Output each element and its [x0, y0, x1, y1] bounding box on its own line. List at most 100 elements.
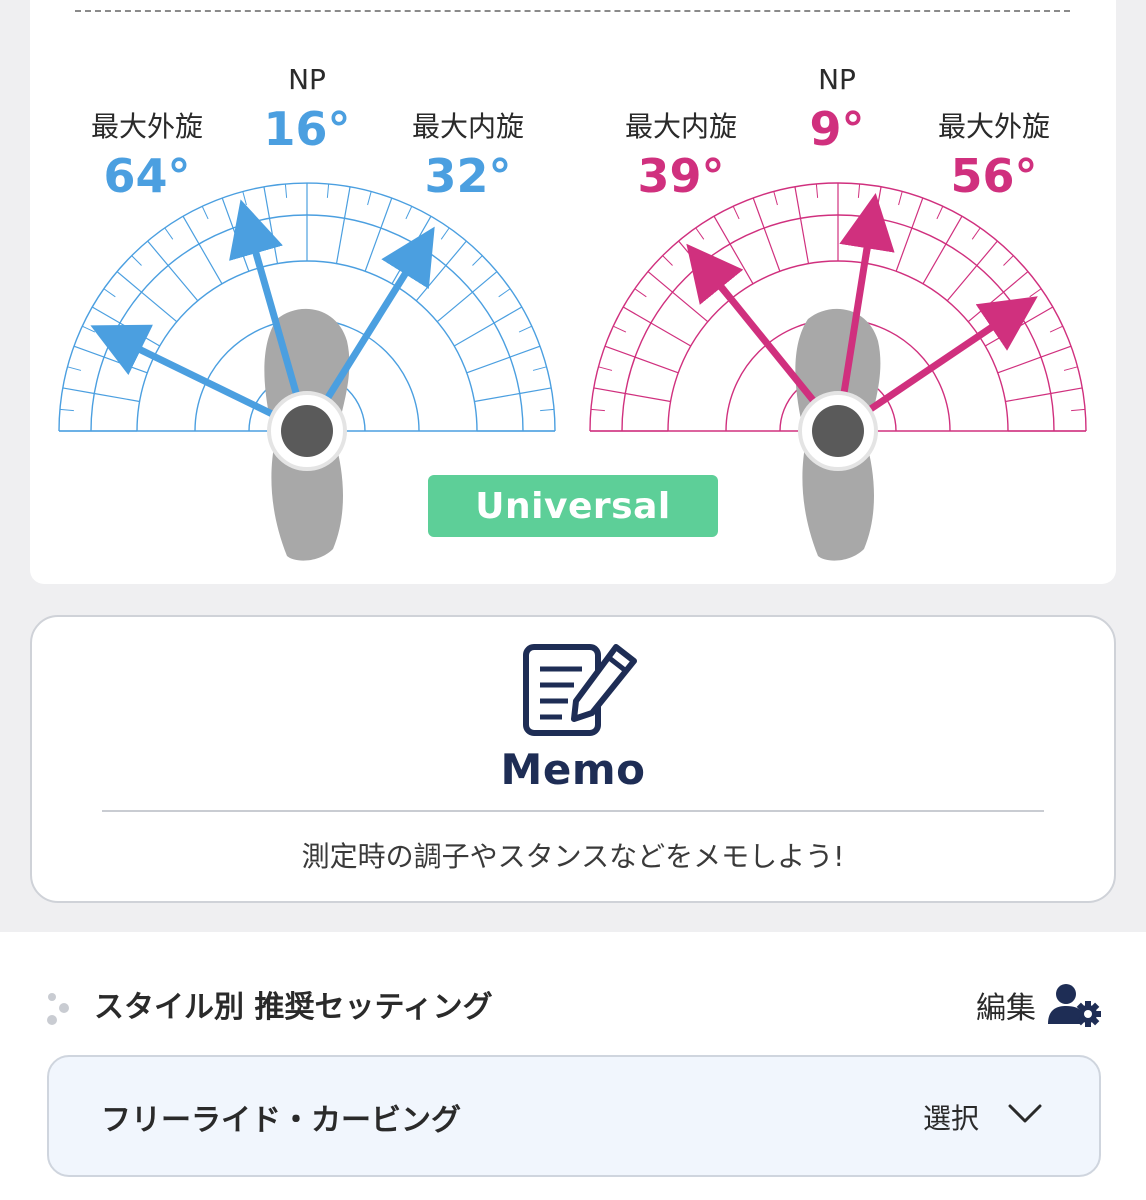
right-np-label: NP [818, 63, 856, 96]
right-gauge-radial [634, 356, 679, 374]
left-gauge-radial [335, 218, 346, 264]
left-gauge-tick [472, 271, 498, 293]
left-gauge-tick [445, 240, 467, 266]
right-gauge-minor-tick [1071, 408, 1086, 412]
left-external-value: 64° [103, 149, 190, 203]
right-gauge-tick [1040, 345, 1072, 358]
left-gauge-tick [343, 186, 351, 219]
right-gauge-minor-tick [613, 325, 627, 333]
left-gauge-minor-tick [440, 227, 450, 240]
right-gauge-tick [713, 215, 731, 245]
left-internal-value: 32° [424, 149, 511, 203]
left-gauge-minor-tick [67, 366, 82, 371]
right-gauge-radial [922, 243, 947, 285]
right-gauge-tick [604, 345, 636, 358]
right-gauge-radial [895, 227, 913, 272]
left-gauge-minor-tick [201, 206, 209, 220]
right-internal-value: 39° [637, 149, 724, 203]
left-external-label: 最大外旋 [91, 110, 203, 143]
right-gauge-tick [647, 271, 673, 293]
left-internal-label: 最大内旋 [412, 110, 524, 143]
left-gauge-radial [364, 227, 382, 272]
memo-hint: 測定時の調子やスタンスなどをメモしよう! [301, 840, 845, 873]
right-gauge-radial [967, 291, 1004, 323]
left-gauge-tick [263, 186, 271, 219]
right-gauge-radial [799, 218, 810, 264]
right-gauge-minor-tick [590, 408, 605, 412]
right-gauge-minor-tick [936, 206, 944, 220]
right-gauge-minor-tick [971, 227, 981, 240]
right-gauge-minor-tick [598, 366, 613, 371]
left-gauge-minor-tick [326, 183, 330, 198]
right-gauge-tick [752, 197, 765, 229]
right-external-value: 56° [950, 149, 1037, 203]
left-np-value: 16° [263, 102, 350, 156]
right-gauge-radial [650, 322, 692, 347]
left-gauge-tick [73, 345, 105, 358]
right-np-value: 9° [809, 102, 864, 156]
left-gauge-tick [91, 306, 121, 324]
user-gear-icon [1048, 984, 1101, 1027]
right-gauge-minor-tick [662, 255, 673, 266]
left-np-label: NP [288, 63, 326, 96]
left-gauge-tick [519, 387, 552, 395]
left-gauge-minor-tick [131, 255, 142, 266]
edit-button[interactable]: 編集 [976, 982, 1102, 1028]
style-select[interactable]: フリーライド・カービング 選択 [47, 1055, 1101, 1177]
right-internal-label: 最大内旋 [625, 110, 737, 143]
right-gauge-minor-tick [773, 191, 778, 206]
left-gauge-radial [94, 392, 140, 403]
right-gauge-minor-tick [634, 288, 647, 298]
right-gauge-tick [911, 197, 924, 229]
left-gauge-minor-tick [284, 183, 288, 198]
left-gauge-minor-tick [540, 408, 555, 412]
right-gauge-radial [729, 243, 754, 285]
right-external-label: 最大外旋 [938, 110, 1050, 143]
left-gauge-minor-tick [472, 255, 483, 266]
left-gauge-minor-tick [532, 366, 547, 371]
right-gauge-tick [945, 215, 963, 245]
left-gauge-radial [141, 291, 178, 323]
select-action-label: 選択 [922, 1102, 979, 1135]
edit-label: 編集 [976, 991, 1036, 1026]
chevron-down-icon [1008, 1104, 1042, 1123]
memo-title: Memo [500, 745, 646, 794]
stance-type-badge: Universal [428, 475, 718, 537]
left-gauge-radial [198, 243, 223, 285]
right-gauge-minor-tick [898, 191, 903, 206]
right-gauge-radial [946, 265, 978, 302]
right-gauge-radial [997, 356, 1042, 374]
left-gauge-radial [466, 356, 511, 374]
left-gauge-tick [509, 345, 541, 358]
section-title: スタイル別 推奨セッティング [94, 990, 493, 1025]
right-gauge-tick [1050, 387, 1083, 395]
left-gauge-radial [232, 227, 250, 272]
right-gauge-minor-tick [1063, 366, 1078, 371]
left-gauge-tick [116, 271, 142, 293]
left-gauge-radial [474, 392, 520, 403]
left-gauge-radial [103, 356, 148, 374]
memo-edit-icon [523, 644, 637, 736]
left-gauge-tick [380, 197, 393, 229]
left-gauge-pivot [281, 405, 333, 457]
right-gauge-minor-tick [1003, 255, 1014, 266]
left-gauge-minor-tick [518, 325, 532, 333]
left-gauge-radial [436, 291, 473, 323]
right-gauge-minor-tick [732, 206, 740, 220]
dots-icon [47, 993, 69, 1025]
right-gauge-minor-tick [1049, 325, 1063, 333]
right-gauge-minor-tick [815, 183, 819, 198]
left-gauge-tick [493, 306, 523, 324]
memo-divider [102, 810, 1044, 812]
right-gauge-tick [678, 240, 700, 266]
right-gauge-tick [1003, 271, 1029, 293]
left-gauge-minor-tick [103, 288, 116, 298]
right-gauge-tick [593, 387, 626, 395]
left-gauge-minor-tick [82, 325, 96, 333]
left-gauge-radial [268, 218, 279, 264]
left-gauge-tick [147, 240, 169, 266]
memo-card[interactable]: Memo 測定時の調子やスタンスなどをメモしよう! [30, 615, 1116, 903]
left-gauge-minor-tick [242, 191, 247, 206]
selected-style: フリーライド・カービング [101, 1103, 461, 1138]
right-gauge-minor-tick [857, 183, 861, 198]
